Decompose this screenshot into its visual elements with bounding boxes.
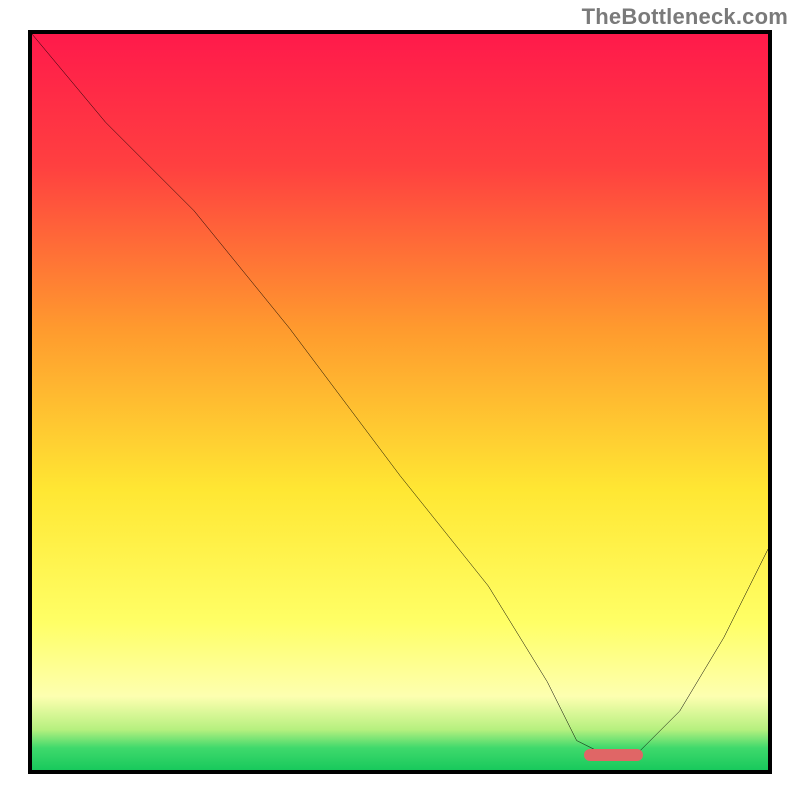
bottleneck-chart: TheBottleneck.com xyxy=(0,0,800,800)
watermark-text: TheBottleneck.com xyxy=(582,4,788,30)
highlight-marker xyxy=(584,749,643,761)
plot-area xyxy=(28,30,772,774)
chart-line xyxy=(32,34,768,770)
